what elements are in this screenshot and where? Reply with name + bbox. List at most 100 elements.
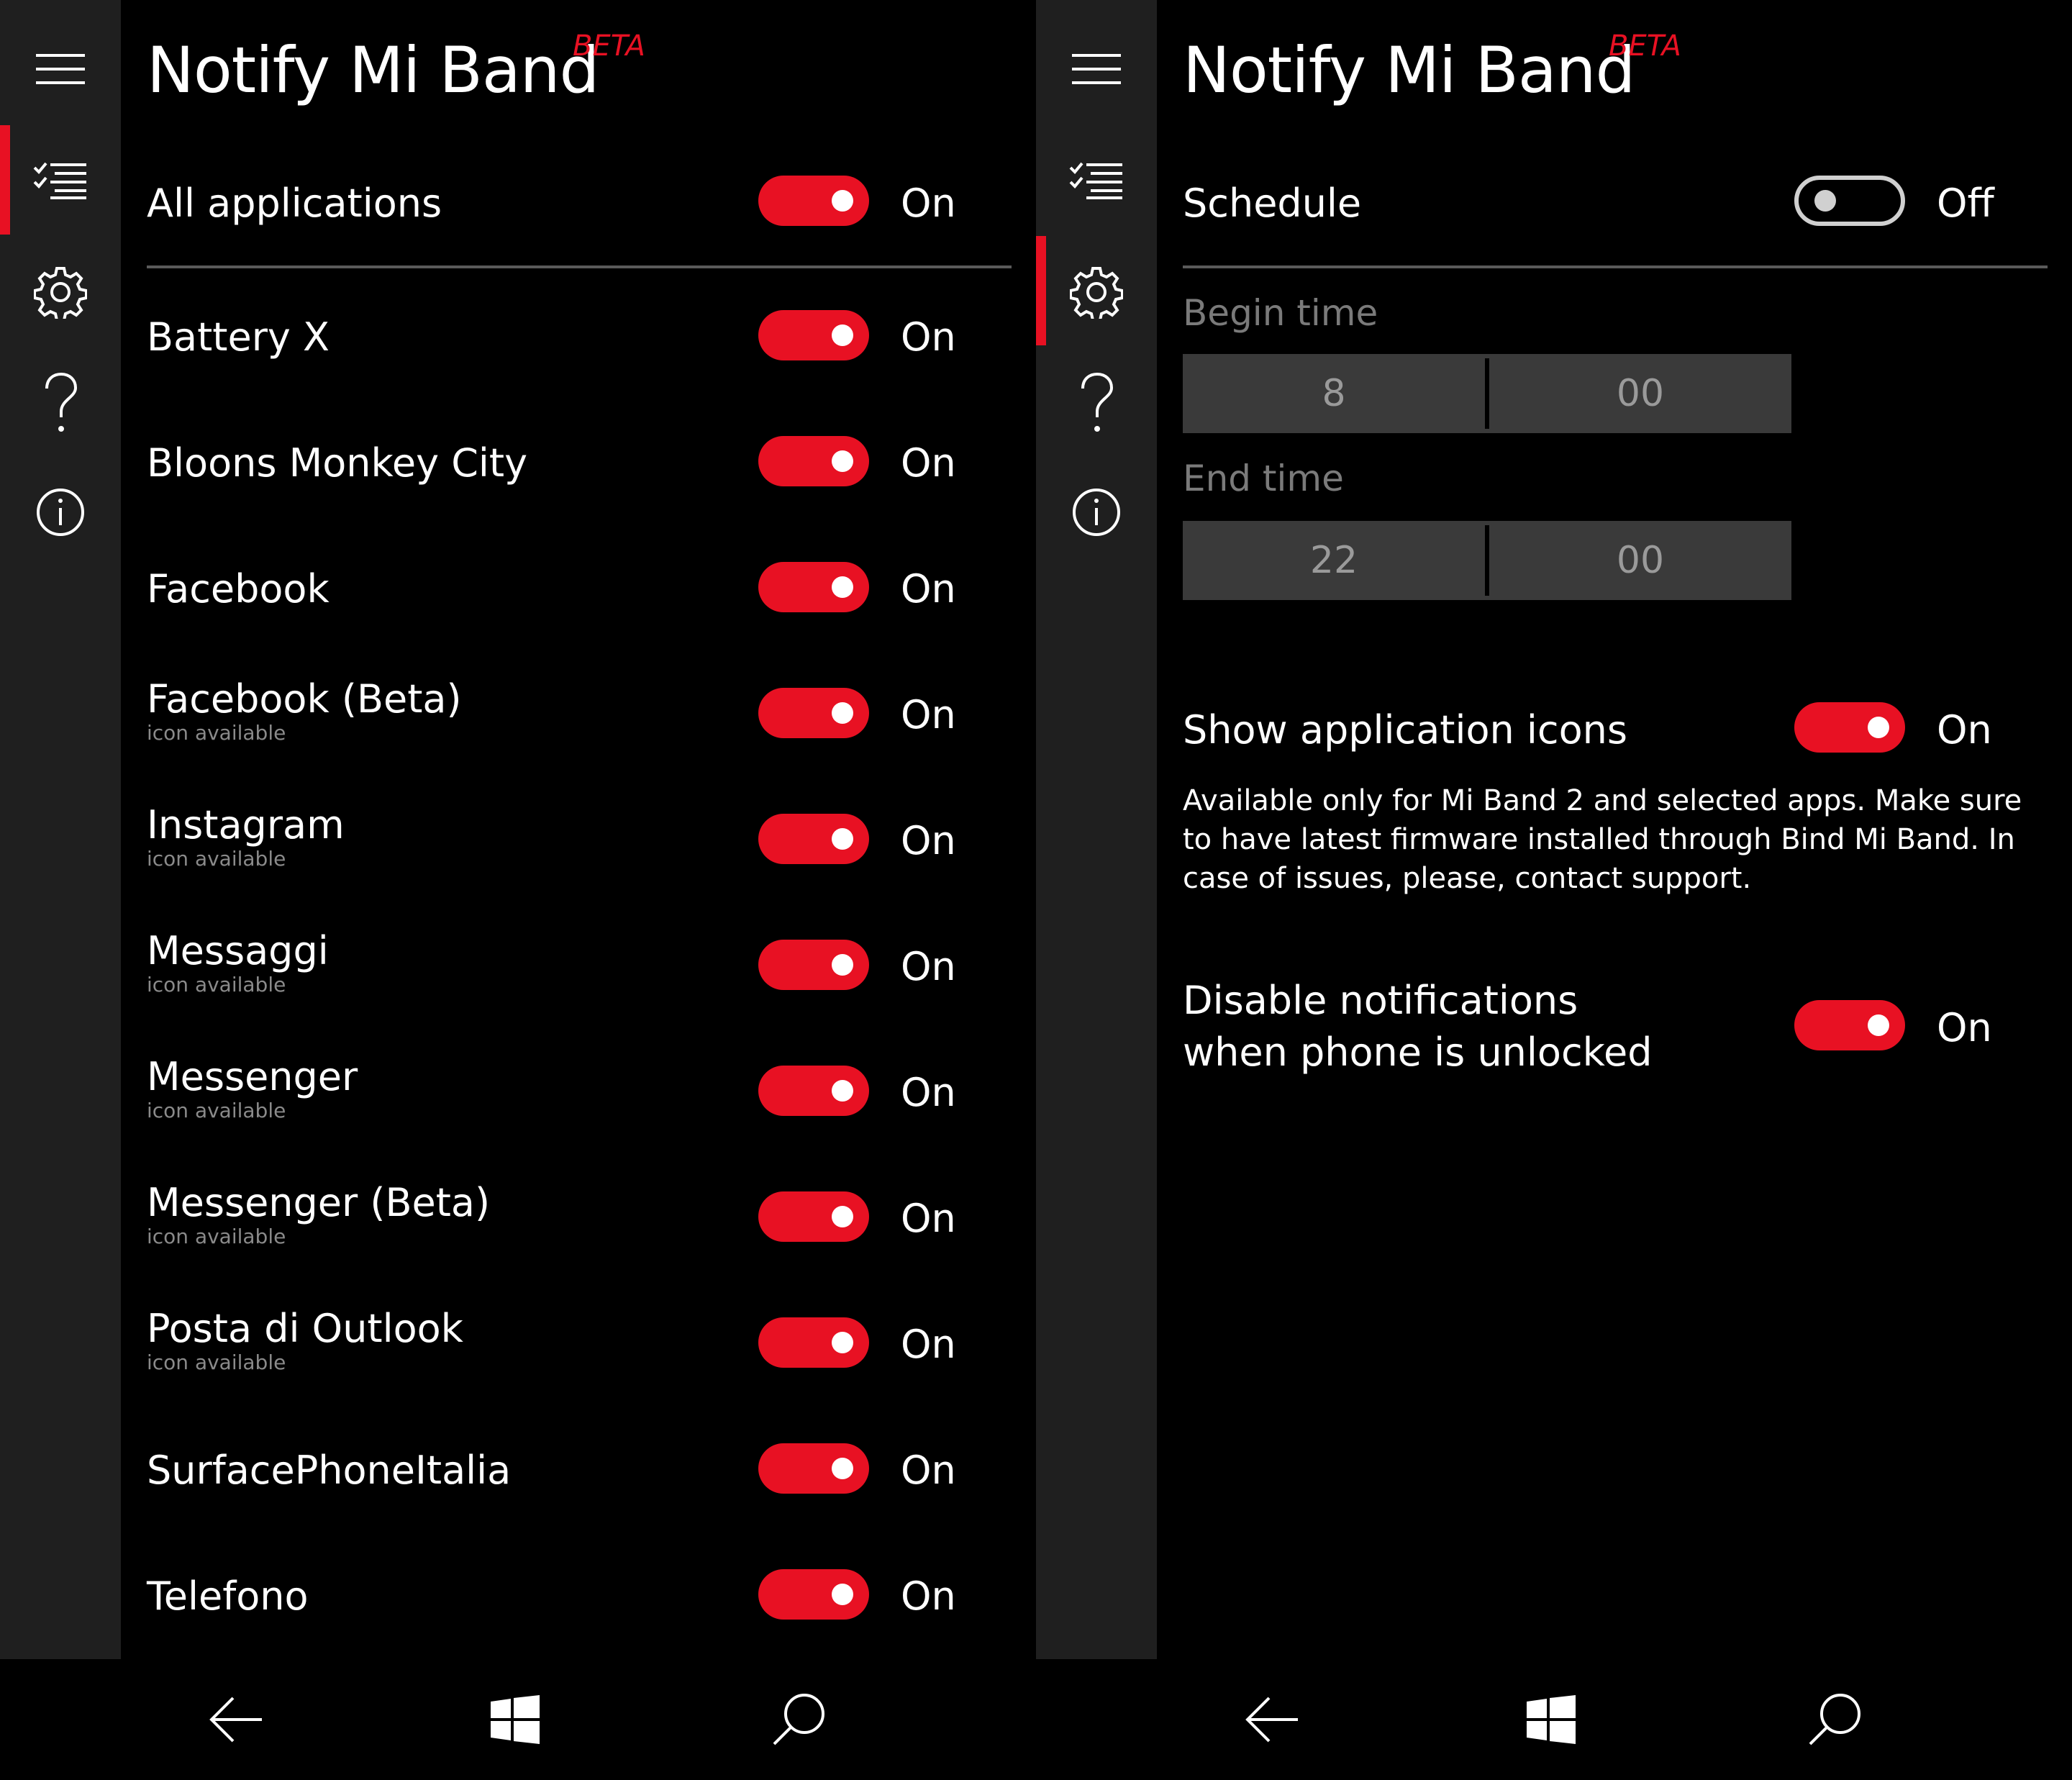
schedule-label: Schedule bbox=[1183, 181, 1362, 226]
app-toggle-state: On bbox=[901, 566, 956, 612]
app-toggle-state: On bbox=[901, 818, 956, 863]
right-nav-rail bbox=[1036, 0, 1157, 1659]
app-toggle-state: On bbox=[901, 314, 956, 360]
left-app-title: Notify Mi Band bbox=[147, 39, 599, 102]
app-name: Posta di Outlook bbox=[147, 1306, 463, 1351]
toggle-knob bbox=[832, 1332, 853, 1353]
app-name: SurfacePhoneItalia bbox=[147, 1448, 512, 1493]
toggle-knob bbox=[832, 1584, 853, 1605]
app-name: Facebook (Beta) bbox=[147, 676, 462, 722]
right-divider bbox=[1183, 265, 2048, 268]
end-time-label: End time bbox=[1183, 458, 1344, 499]
end-minute[interactable]: 00 bbox=[1489, 521, 1791, 600]
app-toggle[interactable] bbox=[758, 436, 869, 486]
checklist-icon[interactable] bbox=[1036, 147, 1157, 214]
toggle-knob bbox=[832, 702, 853, 724]
back-arrow-icon[interactable] bbox=[193, 1676, 279, 1763]
app-toggle[interactable] bbox=[758, 1066, 869, 1116]
toggle-knob bbox=[832, 954, 853, 976]
end-hour[interactable]: 22 bbox=[1183, 521, 1485, 600]
all-applications-label: All applications bbox=[147, 181, 442, 226]
app-toggle-state: On bbox=[901, 692, 956, 737]
app-name: Battery X bbox=[147, 314, 330, 360]
schedule-state: Off bbox=[1937, 181, 1994, 226]
app-toggle[interactable] bbox=[758, 940, 869, 990]
disable-unlocked-label-line2: when phone is unlocked bbox=[1183, 1030, 1653, 1075]
search-icon[interactable] bbox=[1791, 1676, 1878, 1763]
beta-badge: BETA bbox=[1609, 29, 1681, 63]
app-title: Notify Mi Band bbox=[1183, 33, 1635, 107]
checklist-icon[interactable] bbox=[0, 147, 121, 214]
app-toggle[interactable] bbox=[758, 688, 869, 738]
back-arrow-icon[interactable] bbox=[1229, 1676, 1315, 1763]
all-applications-toggle[interactable] bbox=[758, 176, 869, 226]
app-name: Instagram bbox=[147, 802, 345, 848]
windows-logo-icon[interactable] bbox=[1508, 1676, 1594, 1763]
app-title: Notify Mi Band bbox=[147, 33, 599, 107]
info-icon[interactable] bbox=[0, 482, 121, 542]
show-icons-label: Show application icons bbox=[1183, 707, 1627, 753]
end-time-picker[interactable]: 22 00 bbox=[1183, 521, 1791, 600]
app-toggle[interactable] bbox=[758, 814, 869, 864]
toggle-knob bbox=[832, 576, 853, 598]
app-toggle-state: On bbox=[901, 1322, 956, 1367]
app-toggle[interactable] bbox=[758, 310, 869, 360]
left-divider bbox=[147, 265, 1012, 268]
app-icon-availability: icon available bbox=[147, 973, 286, 996]
right-system-navbar bbox=[1036, 1659, 2072, 1780]
search-icon[interactable] bbox=[755, 1676, 842, 1763]
app-toggle-state: On bbox=[901, 944, 956, 989]
app-icon-availability: icon available bbox=[147, 1350, 286, 1374]
app-toggle-state: On bbox=[901, 1196, 956, 1241]
disable-unlocked-toggle[interactable] bbox=[1794, 1000, 1905, 1050]
app-name: Facebook bbox=[147, 566, 330, 612]
left-system-navbar bbox=[0, 1659, 1036, 1780]
disable-unlocked-state: On bbox=[1937, 1005, 1992, 1050]
disable-unlocked-label-line1: Disable notifications bbox=[1183, 978, 1578, 1023]
question-icon[interactable] bbox=[0, 367, 121, 439]
app-name: Telefono bbox=[147, 1574, 309, 1619]
app-icon-availability: icon available bbox=[147, 721, 286, 745]
app-toggle[interactable] bbox=[758, 562, 869, 612]
beta-badge: BETA bbox=[573, 29, 645, 63]
app-toggle[interactable] bbox=[758, 1191, 869, 1242]
app-icon-availability: icon available bbox=[147, 1099, 286, 1122]
app-icon-availability: icon available bbox=[147, 847, 286, 871]
app-toggle-state: On bbox=[901, 440, 956, 486]
gear-icon[interactable] bbox=[1036, 259, 1157, 325]
app-toggle[interactable] bbox=[758, 1317, 869, 1368]
gear-icon[interactable] bbox=[0, 259, 121, 325]
app-name: Bloons Monkey City bbox=[147, 440, 528, 486]
app-toggle[interactable] bbox=[758, 1443, 869, 1494]
show-icons-description: Available only for Mi Band 2 and selecte… bbox=[1183, 784, 2022, 895]
app-toggle[interactable] bbox=[758, 1569, 869, 1620]
toggle-knob bbox=[832, 828, 853, 850]
begin-time-label: Begin time bbox=[1183, 292, 1378, 334]
hamburger-icon[interactable] bbox=[1036, 36, 1157, 102]
begin-time-picker[interactable]: 8 00 bbox=[1183, 354, 1791, 433]
begin-hour[interactable]: 8 bbox=[1183, 354, 1485, 433]
toggle-knob bbox=[832, 1206, 853, 1227]
show-icons-toggle[interactable] bbox=[1794, 702, 1905, 753]
app-name: Messaggi bbox=[147, 928, 329, 973]
question-icon[interactable] bbox=[1036, 367, 1157, 439]
begin-minute[interactable]: 00 bbox=[1489, 354, 1791, 433]
toggle-knob bbox=[832, 450, 853, 472]
toggle-knob bbox=[832, 1458, 853, 1479]
schedule-toggle[interactable] bbox=[1794, 176, 1905, 226]
hamburger-icon[interactable] bbox=[0, 36, 121, 102]
windows-logo-icon[interactable] bbox=[472, 1676, 558, 1763]
app-name: Messenger bbox=[147, 1054, 358, 1099]
all-applications-state: On bbox=[901, 181, 956, 226]
toggle-knob bbox=[832, 1080, 853, 1102]
app-icon-availability: icon available bbox=[147, 1225, 286, 1248]
show-icons-state: On bbox=[1937, 707, 1992, 753]
app-toggle-state: On bbox=[901, 1448, 956, 1493]
right-app-title: Notify Mi Band bbox=[1183, 39, 1635, 102]
app-toggle-state: On bbox=[901, 1574, 956, 1619]
info-icon[interactable] bbox=[1036, 482, 1157, 542]
toggle-knob bbox=[832, 324, 853, 346]
left-nav-rail bbox=[0, 0, 121, 1659]
app-name: Messenger (Beta) bbox=[147, 1180, 491, 1225]
app-toggle-state: On bbox=[901, 1070, 956, 1115]
